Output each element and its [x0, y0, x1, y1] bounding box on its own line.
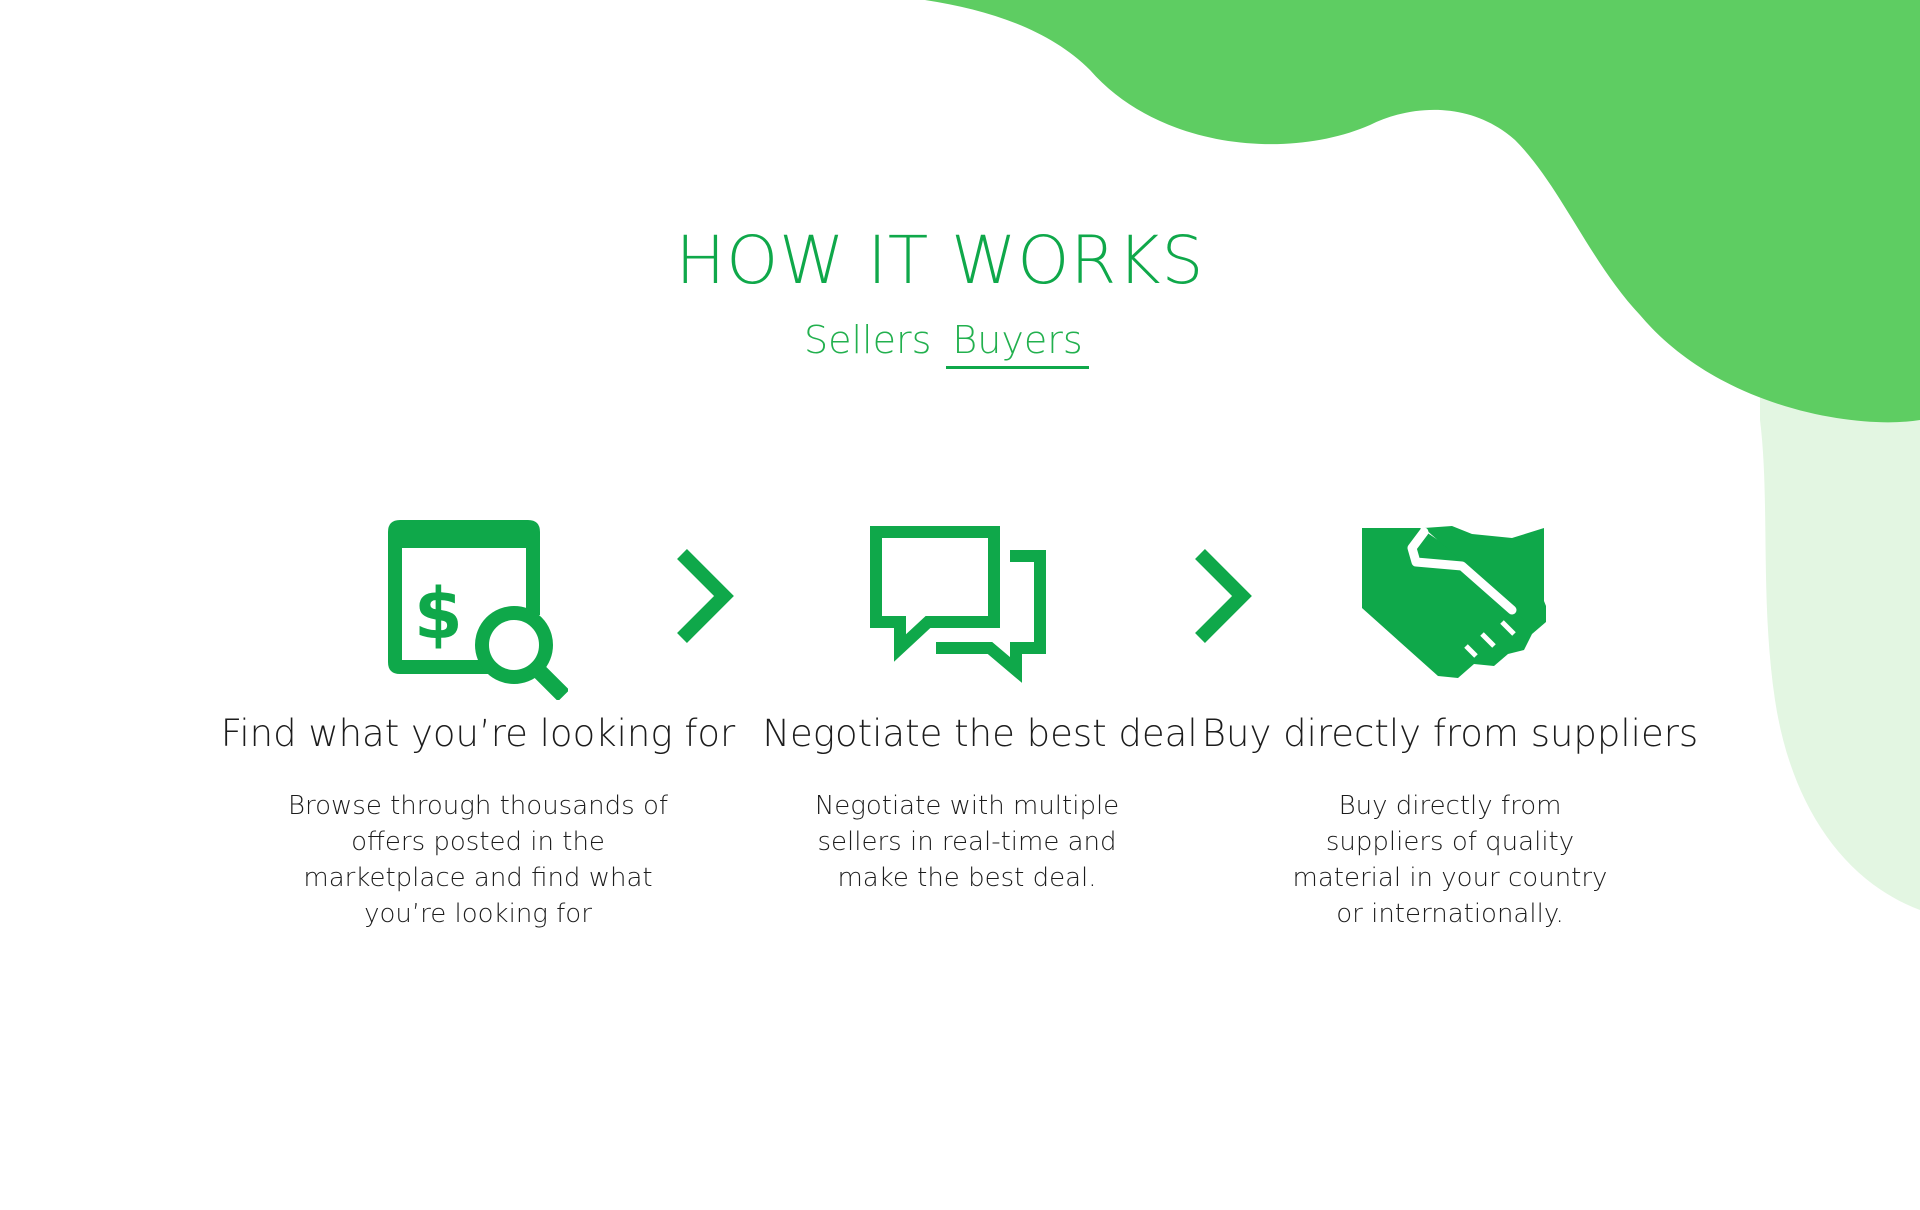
- step-description-find: Browse through thousands of offers poste…: [278, 788, 678, 932]
- tab-bar: Sellers Buyers: [0, 318, 1920, 378]
- description-line: you’re looking for: [364, 899, 592, 929]
- tab-buyers[interactable]: Buyers: [946, 318, 1089, 362]
- how-it-works-section: HOW IT WORKS Sellers Buyers $ Find what …: [0, 0, 1920, 1210]
- step-description-negotiate: Negotiate with multiple sellers in real-…: [787, 788, 1147, 896]
- page-title: HOW IT WORKS: [675, 222, 1205, 299]
- description-line: make the best deal.: [837, 863, 1097, 893]
- description-line: or internationally.: [1336, 899, 1564, 929]
- description-line: marketplace and find what: [303, 863, 653, 893]
- description-line: Negotiate with multiple: [814, 791, 1120, 821]
- description-line: suppliers of quality: [1325, 827, 1575, 857]
- active-tab-underline: [946, 366, 1089, 369]
- step-title-buy: Buy directly from suppliers: [1201, 712, 1699, 755]
- step-title-negotiate: Negotiate the best deal: [762, 712, 1198, 755]
- chat-bubbles-icon: [870, 526, 1046, 683]
- description-line: material in your country: [1292, 863, 1608, 893]
- svg-text:$: $: [414, 573, 463, 655]
- description-line: Browse through thousands of: [287, 791, 669, 821]
- step-description-buy: Buy directly from suppliers of quality m…: [1270, 788, 1630, 932]
- handshake-icon: [1362, 526, 1546, 678]
- tab-sellers[interactable]: Sellers: [804, 318, 931, 362]
- dollar-search-icon: $: [388, 520, 568, 700]
- description-line: offers posted in the: [351, 827, 605, 857]
- description-line: Buy directly from: [1338, 791, 1562, 821]
- description-line: sellers in real-time and: [817, 827, 1117, 857]
- step-title-find: Find what you’re looking for: [220, 712, 736, 755]
- chevron-right-icon: [1195, 549, 1252, 643]
- chevron-right-icon: [677, 549, 734, 643]
